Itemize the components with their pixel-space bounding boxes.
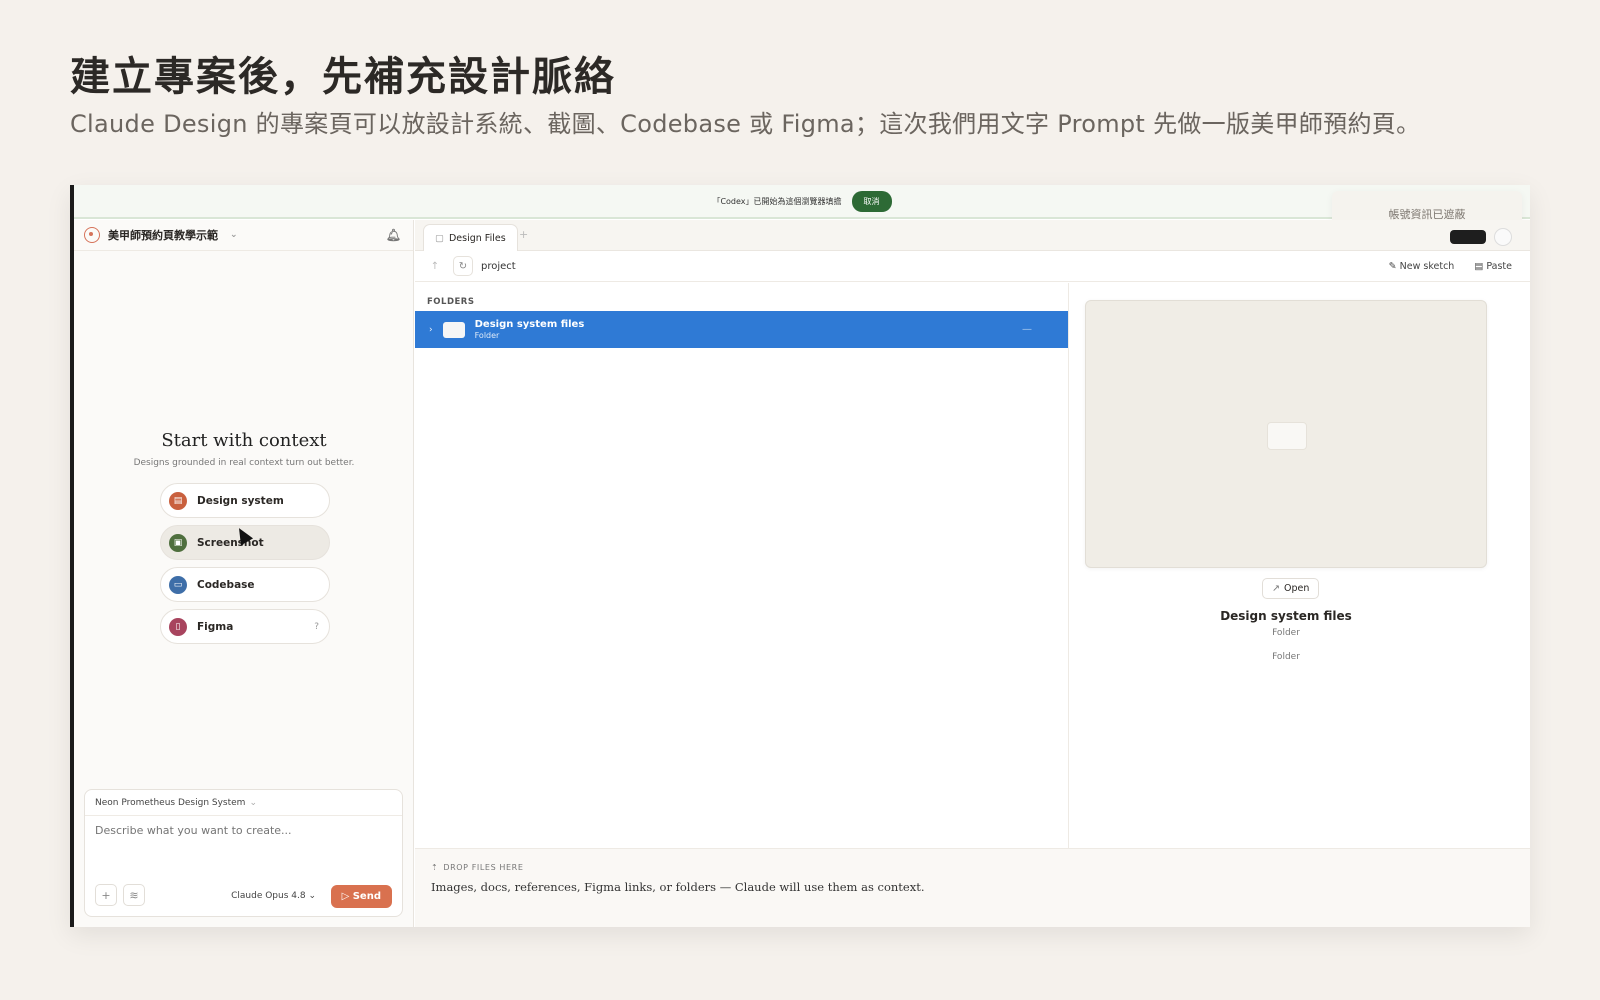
tab-bar: ▢ Design Files +	[415, 220, 1530, 251]
list-item[interactable]: › Design system files Folder —	[415, 311, 1068, 348]
sharing-banner: 「Codex」已開始為這個瀏覽器填擔 取消	[74, 185, 1530, 219]
voice-icon[interactable]: ≋	[123, 884, 145, 906]
context-options: ▤ Design system ▣ Screenshot ▭ Codebase …	[160, 483, 330, 651]
project-header[interactable]: 美甲師預約頁教學示範 ⌄ 🔔︎	[74, 220, 413, 251]
send-button[interactable]: ▷ Send	[330, 885, 392, 908]
avatar[interactable]	[1494, 228, 1512, 246]
drop-description: Images, docs, references, Figma links, o…	[431, 880, 925, 894]
context-title: Start with context	[161, 430, 327, 451]
attach-icon[interactable]: +	[95, 884, 117, 906]
context-item-label: Codebase	[197, 578, 255, 591]
folder-icon	[442, 321, 465, 338]
chevron-right-icon[interactable]: ›	[429, 325, 433, 335]
prompt-composer: Neon Prometheus Design System ⌄ + ≋ Clau…	[84, 789, 403, 917]
file-list: FOLDERS › Design system files Folder —	[415, 283, 1069, 848]
pencil-icon: ✎	[1388, 260, 1397, 272]
share-button[interactable]	[1450, 230, 1486, 244]
codebase-icon: ▭	[169, 575, 187, 594]
folders-section-label: FOLDERS	[427, 297, 475, 307]
context-item-label: Design system	[197, 494, 284, 507]
drop-zone[interactable]: ⇡ DROP FILES HERE Images, docs, referenc…	[415, 848, 1530, 927]
banner-message: 「Codex」已開始為這個瀏覽器填擔	[712, 196, 842, 206]
page-title: 建立專案後，先補充設計脈絡	[70, 54, 616, 100]
project-name: 美甲師預約頁教學示範	[108, 229, 218, 242]
design-system-icon: ▤	[169, 491, 187, 510]
notification-icon[interactable]: 🔔︎	[386, 228, 401, 242]
clipboard-icon: ▤	[1474, 260, 1484, 272]
preview-kind: Folder	[1272, 652, 1300, 662]
drop-label: DROP FILES HERE	[443, 863, 524, 872]
figma-icon: ▯	[169, 617, 187, 636]
open-button[interactable]: ↗ Open	[1262, 578, 1320, 599]
file-browser: ▢ Design Files + ↑ ↻ project ✎ New sketc…	[415, 220, 1530, 927]
palette-icon	[84, 227, 100, 243]
chat-sidebar: 美甲師預約頁教學示範 ⌄ 🔔︎ Start with context Desig…	[74, 220, 414, 927]
breadcrumb: project	[481, 260, 516, 272]
folder-preview	[1085, 300, 1487, 568]
upload-icon: ⇡	[431, 863, 439, 872]
up-arrow-icon[interactable]: ↑	[425, 256, 445, 276]
context-item-label: Figma	[197, 620, 234, 633]
context-codebase-button[interactable]: ▭ Codebase	[160, 567, 330, 602]
app-window: 「Codex」已開始為這個瀏覽器填擔 取消 帳號資訊已遮蔽 美甲師預約頁教學示範…	[70, 185, 1530, 927]
composer-tools: + ≋	[95, 884, 145, 906]
chevron-down-icon: ⌄	[249, 797, 257, 808]
tab-design-files[interactable]: ▢ Design Files	[423, 224, 518, 251]
context-item-label: Screenshot	[197, 536, 264, 549]
screenshot-icon: ▣	[169, 533, 187, 552]
more-icon[interactable]: —	[1022, 324, 1032, 335]
preview-name: Design system files	[1220, 609, 1352, 623]
design-system-selector[interactable]: Neon Prometheus Design System ⌄	[85, 790, 402, 816]
banner-cancel-button[interactable]: 取消	[851, 190, 892, 212]
add-tab-icon[interactable]: +	[519, 228, 528, 241]
external-link-icon: ↗	[1272, 583, 1280, 594]
folder-name: Design system files	[474, 319, 585, 330]
context-subtitle: Designs grounded in real context turn ou…	[133, 458, 355, 468]
page-subtitle: Claude Design 的專案頁可以放設計系統、截圖、Codebase 或 …	[70, 110, 1421, 138]
file-icon: ▢	[435, 232, 444, 244]
context-design-system-button[interactable]: ▤ Design system	[160, 483, 330, 518]
folder-icon	[1267, 422, 1307, 450]
paste-button[interactable]: ▤ Paste	[1474, 261, 1512, 272]
path-bar: ↑ ↻ project ✎ New sketch ▤ Paste	[415, 251, 1530, 282]
chevron-down-icon[interactable]: ⌄	[230, 230, 238, 240]
tab-label: Design Files	[448, 232, 506, 244]
help-icon[interactable]: ?	[314, 622, 319, 632]
context-figma-button[interactable]: ▯ Figma ?	[160, 609, 330, 644]
prompt-input[interactable]	[95, 824, 375, 837]
refresh-icon[interactable]: ↻	[453, 256, 473, 276]
preview-type: Folder	[1272, 628, 1300, 638]
folder-type: Folder	[474, 331, 500, 340]
design-system-name: Neon Prometheus Design System	[95, 797, 246, 808]
model-selector[interactable]: Claude Opus 4.8 ⌄	[231, 891, 316, 901]
new-sketch-button[interactable]: ✎ New sketch	[1389, 261, 1455, 272]
